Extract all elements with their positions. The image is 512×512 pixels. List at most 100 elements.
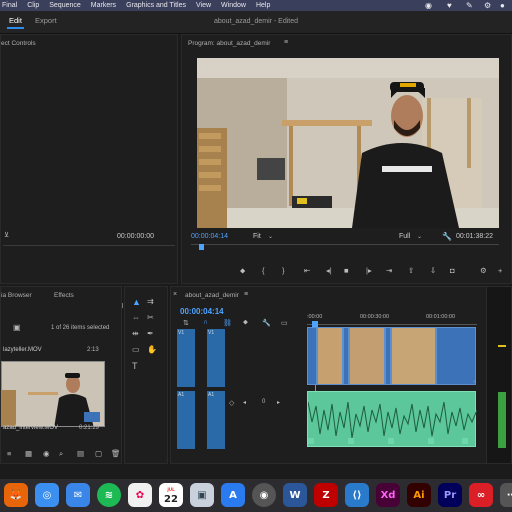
settings-icon[interactable]: ⚙	[480, 266, 487, 275]
mail-icon[interactable]: ✉	[66, 483, 90, 507]
new-item-icon[interactable]: ▢	[95, 449, 102, 458]
menu-sequence[interactable]: Sequence	[49, 2, 81, 9]
playhead-icon[interactable]	[199, 244, 204, 250]
menu-view[interactable]: View	[196, 2, 211, 9]
mark-in-icon[interactable]: {	[262, 266, 265, 275]
menu-help[interactable]: Help	[256, 2, 270, 9]
search-icon[interactable]: ⌕	[59, 449, 63, 459]
video-clip[interactable]	[391, 327, 436, 385]
go-to-out-icon[interactable]: ⇥	[386, 266, 392, 275]
captions-icon[interactable]: ▭	[281, 319, 288, 327]
slider-icon[interactable]: ◉	[43, 449, 50, 458]
panel-title[interactable]: ect Controls	[1, 40, 36, 47]
folder-icon[interactable]: ▣	[13, 323, 21, 332]
premiere-icon[interactable]: Pr	[438, 483, 462, 507]
safari-icon[interactable]: ◎	[35, 483, 59, 507]
program-scrubber[interactable]	[191, 244, 499, 245]
menu-icon[interactable]: ≡	[244, 291, 248, 298]
menu-graphics[interactable]: Graphics and Titles	[126, 2, 186, 9]
camera-icon[interactable]: ◘	[450, 266, 455, 275]
app-store-icon[interactable]: A	[221, 483, 245, 507]
mark-out-icon[interactable]: }	[282, 266, 285, 275]
extract-icon[interactable]: ⇩	[430, 266, 436, 275]
step-forward-icon[interactable]: |▸	[366, 266, 372, 275]
marker-icon[interactable]: ⬥	[240, 266, 245, 276]
lift-icon[interactable]: ⇧	[408, 266, 414, 275]
chevron-down-icon[interactable]: ⌄	[417, 233, 422, 240]
nest-icon[interactable]: ⇅	[183, 319, 189, 327]
calendar-icon[interactable]: JUL 22	[159, 483, 183, 507]
photos-icon[interactable]: ✿	[128, 483, 152, 507]
word-icon[interactable]: W	[283, 483, 307, 507]
stop-button[interactable]: ■	[344, 266, 349, 275]
hand-tool-icon[interactable]: ✋	[147, 345, 157, 354]
add-icon[interactable]: +	[498, 266, 502, 275]
preview-icon[interactable]: ▣	[190, 483, 214, 507]
settings-icon[interactable]: ⚙	[484, 1, 491, 10]
filter-icon[interactable]: ⊻	[4, 231, 9, 239]
icon-view-icon[interactable]: ▦	[25, 449, 32, 458]
track-handle-icon[interactable]: ○	[473, 379, 476, 385]
prev-keyframe-icon[interactable]: ◂	[243, 399, 246, 406]
vscode-icon[interactable]: ⟨⟩	[345, 483, 369, 507]
keyframe-icon[interactable]: ◇	[229, 399, 234, 407]
spotify-icon[interactable]: ≋	[97, 483, 121, 507]
filezilla-icon[interactable]: Z	[314, 483, 338, 507]
notification-icon[interactable]: ♥	[447, 1, 452, 10]
linked-selection-icon[interactable]: ⛓	[223, 319, 232, 327]
record-icon[interactable]: ◉	[425, 1, 432, 10]
video-clip[interactable]	[349, 327, 385, 385]
track-header-v2[interactable]: V1	[207, 329, 225, 387]
menu-markers[interactable]: Markers	[91, 2, 116, 9]
track-select-icon[interactable]: ⇉	[147, 297, 154, 306]
rectangle-tool-icon[interactable]: ▭	[132, 345, 140, 354]
more-apps-icon[interactable]: ⋯	[500, 483, 512, 507]
menu-clip[interactable]: Clip	[27, 2, 39, 9]
illustrator-icon[interactable]: Ai	[407, 483, 431, 507]
selection-tool-icon[interactable]: ▲	[132, 297, 141, 307]
close-icon[interactable]: ×	[173, 291, 177, 298]
trash-icon[interactable]: 🗑	[111, 449, 121, 458]
video-clip[interactable]	[307, 327, 317, 385]
tab-media-browser[interactable]: ia Browser	[1, 292, 32, 299]
clip-name[interactable]: lazyteller.MOV	[3, 347, 42, 353]
ripple-edit-icon[interactable]: ⇔	[132, 313, 140, 322]
track-header-a2[interactable]: A1	[207, 391, 225, 449]
track-header-v1[interactable]: V1	[177, 329, 195, 387]
program-video-frame[interactable]	[197, 58, 499, 228]
menu-icon[interactable]: ≡	[284, 39, 288, 46]
wrench-icon[interactable]: 🔧	[442, 232, 452, 241]
chevron-down-icon[interactable]: ⌄	[268, 233, 273, 240]
slip-tool-icon[interactable]: ⇹	[132, 329, 139, 338]
firefox-icon[interactable]: 🦊	[4, 483, 28, 507]
type-tool-icon[interactable]: T	[132, 361, 138, 371]
step-back-icon[interactable]: ◂|	[326, 266, 332, 275]
program-title[interactable]: Program: about_azad_demir	[188, 40, 270, 47]
pen-tool-icon[interactable]: ✒	[147, 329, 154, 338]
marker-icon[interactable]: ⬥	[243, 319, 248, 327]
xd-icon[interactable]: Xd	[376, 483, 400, 507]
go-to-in-icon[interactable]: ⇤	[304, 266, 310, 275]
disk-utility-icon[interactable]: ◉	[252, 483, 276, 507]
list-view-icon[interactable]: ≡	[7, 449, 11, 458]
audio-clip[interactable]	[307, 391, 478, 447]
menu-window[interactable]: Window	[221, 2, 246, 9]
video-clip[interactable]	[436, 327, 476, 385]
timeline-title[interactable]: about_azad_demir	[185, 292, 239, 299]
quality-select[interactable]: Full	[399, 233, 410, 240]
video-clip[interactable]	[317, 327, 343, 385]
creative-cloud-icon[interactable]: ∞	[469, 483, 493, 507]
track-header-a1[interactable]: A1	[177, 391, 195, 449]
menu-final[interactable]: Final	[2, 2, 17, 9]
time-ruler[interactable]	[307, 324, 477, 325]
razor-tool-icon[interactable]: ✂	[147, 313, 154, 322]
fit-select[interactable]: Fit	[253, 233, 261, 240]
tab-effects[interactable]: Effects	[54, 292, 74, 299]
menu-extra-icon[interactable]: ●	[500, 1, 505, 10]
clip-thumbnail[interactable]	[1, 361, 105, 427]
next-keyframe-icon[interactable]: ▸	[277, 399, 280, 406]
new-bin-icon[interactable]: ▤	[77, 449, 84, 458]
edit-icon[interactable]: ✎	[466, 1, 473, 10]
wrench-icon[interactable]: 🔧	[262, 319, 271, 327]
timeline-timecode[interactable]: 00:00:04:14	[180, 307, 224, 316]
